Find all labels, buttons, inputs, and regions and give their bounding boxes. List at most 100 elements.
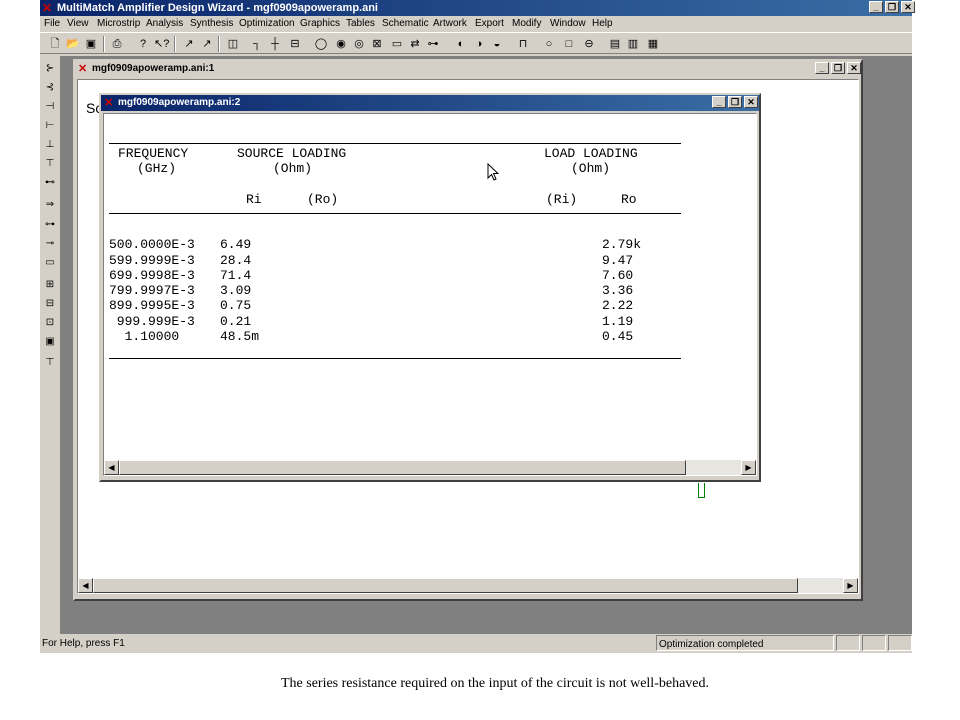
header-freq-unit: (GHz) bbox=[137, 161, 177, 176]
tune-up-icon[interactable]: ↗ bbox=[182, 37, 196, 51]
menu-modify[interactable]: Modify bbox=[512, 16, 541, 32]
window1-close-button[interactable]: ✕ bbox=[847, 62, 861, 74]
circle-tool-3-icon[interactable]: ◎ bbox=[352, 37, 366, 51]
layout-tool-2-icon[interactable]: ▥ bbox=[626, 37, 640, 51]
status-panel-2 bbox=[862, 635, 886, 651]
menu-tables[interactable]: Tables bbox=[346, 16, 375, 32]
status-help-text: For Help, press F1 bbox=[42, 638, 125, 649]
shunt-c-icon[interactable]: ⊢ bbox=[43, 119, 57, 133]
window1-hscroll[interactable]: ◀ ▶ bbox=[78, 578, 858, 593]
smith-tool-2-icon[interactable]: ◑ bbox=[472, 37, 486, 51]
series-l-icon[interactable]: ⊱ bbox=[43, 62, 57, 76]
status-panel-main: Optimization completed bbox=[656, 635, 834, 651]
menu-help[interactable]: Help bbox=[592, 16, 613, 32]
circle-tool-1-icon[interactable]: ◯ bbox=[314, 37, 328, 51]
close-button[interactable]: ✕ bbox=[901, 1, 915, 13]
square-black-icon[interactable]: □ bbox=[562, 37, 576, 51]
left-toolbar: ⊱ ⊰ ⊣ ⊢ ⊥ ⊤ ⊷ ⇒ ⊶ ⊸ ▭ ⊞ ⊟ ⊡ ▣ ⊤ bbox=[40, 56, 61, 634]
shunt-l-icon[interactable]: ⊰ bbox=[43, 81, 57, 95]
ground-icon[interactable]: ⊤ bbox=[43, 356, 57, 370]
window2-scroll-right-button[interactable]: ▶ bbox=[741, 460, 756, 475]
menu-view[interactable]: View bbox=[67, 16, 89, 32]
menu-synthesis[interactable]: Synthesis bbox=[190, 16, 233, 32]
layout-tool-1-icon[interactable]: ▤ bbox=[608, 37, 622, 51]
stub-icon[interactable]: ┐ bbox=[250, 37, 264, 51]
pulse-tool-icon[interactable]: ⊓ bbox=[516, 37, 530, 51]
cell-source: 48.5m bbox=[220, 329, 260, 344]
open-stub-icon[interactable]: ⇒ bbox=[43, 198, 57, 212]
window2-restore-button[interactable]: ❐ bbox=[728, 96, 742, 108]
element-icon[interactable]: ⊟ bbox=[288, 37, 302, 51]
window1-scroll-left-button[interactable]: ◀ bbox=[78, 578, 93, 593]
layout-tool-3-icon[interactable]: ▦ bbox=[646, 37, 660, 51]
new-file-icon[interactable]: 🗋 bbox=[48, 37, 62, 51]
square-tool-icon[interactable]: ⊠ bbox=[370, 37, 384, 51]
menu-window[interactable]: Window bbox=[550, 16, 586, 32]
menu-optimization[interactable]: Optimization bbox=[239, 16, 295, 32]
open-folder-icon[interactable]: 📂 bbox=[66, 37, 80, 51]
help-question-icon[interactable]: ? bbox=[136, 37, 150, 51]
window2-hscroll[interactable]: ◀ ▶ bbox=[104, 460, 756, 475]
minus-circle-icon[interactable]: ⊖ bbox=[582, 37, 596, 51]
cell-load: 7.60 bbox=[602, 268, 634, 283]
window2-title: mgf0909apoweramp.ani:2 bbox=[118, 97, 241, 108]
block-tool-icon[interactable]: ▭ bbox=[390, 37, 404, 51]
menu-artwork[interactable]: Artwork bbox=[433, 16, 467, 32]
menu-file[interactable]: File bbox=[44, 16, 60, 32]
window1-scroll-thumb[interactable] bbox=[93, 578, 798, 593]
window1-title: mgf0909apoweramp.ani:1 bbox=[92, 63, 215, 74]
minimize-button[interactable]: _ bbox=[869, 1, 883, 13]
shunt-r-icon[interactable]: ⊤ bbox=[43, 157, 57, 171]
context-help-icon[interactable]: ↖? bbox=[154, 37, 169, 51]
window1-logo-icon: ✕ bbox=[78, 63, 88, 75]
cell-load: 1.19 bbox=[602, 314, 634, 329]
remove-element-icon[interactable]: ⊟ bbox=[43, 297, 57, 311]
series-r-icon[interactable]: ⊥ bbox=[43, 138, 57, 152]
app-window: ✕ MultiMatch Amplifier Design Wizard - m… bbox=[40, 0, 915, 653]
smith-tool-1-icon[interactable]: ◐ bbox=[454, 37, 468, 51]
header-source-loading: SOURCE LOADING bbox=[237, 146, 347, 161]
circle-black-icon[interactable]: ○ bbox=[542, 37, 556, 51]
add-element-icon[interactable]: ⊞ bbox=[43, 278, 57, 292]
smith-tool-3-icon[interactable]: ◒ bbox=[490, 37, 504, 51]
tee-icon[interactable]: ┼ bbox=[268, 37, 282, 51]
window2-minimize-button[interactable]: _ bbox=[712, 96, 726, 108]
window2-titlebar[interactable]: ✕ mgf0909apoweramp.ani:2 _ ❐ ✕ bbox=[101, 95, 759, 111]
link-tool-icon[interactable]: ⊶ bbox=[426, 37, 440, 51]
menu-analysis[interactable]: Analysis bbox=[146, 16, 183, 32]
cell-frequency: 999.999E-3 bbox=[109, 314, 195, 329]
slide-caption: The series resistance required on the in… bbox=[280, 676, 710, 691]
transformer-icon[interactable]: ⊷ bbox=[43, 176, 57, 190]
tune-down-icon[interactable]: ↗ bbox=[200, 37, 214, 51]
cell-frequency: 699.9998E-3 bbox=[109, 268, 195, 283]
window1-minimize-button[interactable]: _ bbox=[815, 62, 829, 74]
window2-client: FREQUENCY SOURCE LOADING LOAD LOADING (G… bbox=[103, 113, 757, 476]
window1-restore-button[interactable]: ❐ bbox=[831, 62, 845, 74]
cell-frequency: 899.9995E-3 bbox=[109, 298, 195, 313]
app-titlebar: ✕ MultiMatch Amplifier Design Wizard - m… bbox=[40, 0, 915, 16]
series-c-icon[interactable]: ⊣ bbox=[43, 100, 57, 114]
coupler-icon[interactable]: ⊸ bbox=[43, 237, 57, 251]
restore-button[interactable]: ❐ bbox=[885, 1, 899, 13]
window2-close-button[interactable]: ✕ bbox=[744, 96, 758, 108]
circle-tool-2-icon[interactable]: ◉ bbox=[334, 37, 348, 51]
menu-graphics[interactable]: Graphics bbox=[300, 16, 340, 32]
window1-scroll-right-button[interactable]: ▶ bbox=[843, 578, 858, 593]
save-icon[interactable]: ▣ bbox=[84, 37, 98, 51]
main-toolbar: 🗋 📂 ▣ ⎙ ? ↖? ↗ ↗ ◫ ┐ ┼ ⊟ ◯ ◉ ◎ ⊠ ▭ ⇄ ⊶ ◐… bbox=[40, 32, 912, 54]
swap-tool-icon[interactable]: ⇄ bbox=[408, 37, 422, 51]
tline-icon[interactable]: ⊶ bbox=[43, 218, 57, 232]
port-icon[interactable]: ⊡ bbox=[43, 316, 57, 330]
block-icon[interactable]: ▭ bbox=[43, 256, 57, 270]
window1-titlebar[interactable]: ✕ mgf0909apoweramp.ani:1 _ ❐ ✕ bbox=[75, 61, 861, 77]
menu-export[interactable]: Export bbox=[475, 16, 504, 32]
window2-scroll-thumb[interactable] bbox=[119, 460, 686, 475]
dimension-icon[interactable]: ◫ bbox=[226, 37, 240, 51]
window2-scroll-left-button[interactable]: ◀ bbox=[104, 460, 119, 475]
print-icon[interactable]: ⎙ bbox=[110, 37, 124, 51]
menu-schematic[interactable]: Schematic bbox=[382, 16, 429, 32]
table-bottom-rule bbox=[109, 358, 681, 359]
device-icon[interactable]: ▣ bbox=[43, 335, 57, 349]
menu-microstrip[interactable]: Microstrip bbox=[97, 16, 140, 32]
app-logo-icon: ✕ bbox=[42, 1, 53, 15]
